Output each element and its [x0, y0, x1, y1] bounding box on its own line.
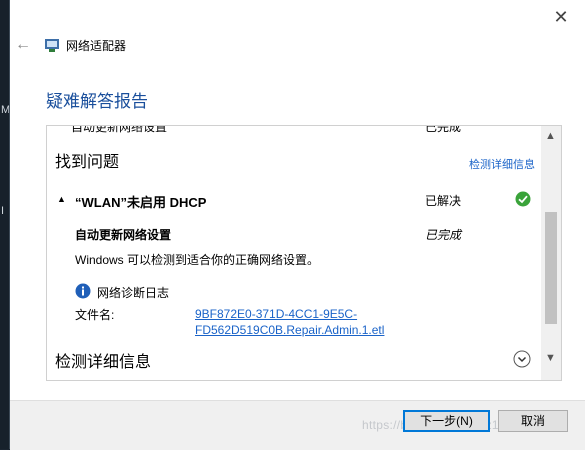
scroll-down-arrow-icon[interactable]: ▼ [545, 352, 556, 364]
cancel-button[interactable]: 取消 [498, 410, 568, 432]
desktop-glyph: I [1, 205, 5, 217]
fix-title: 自动更新网络设置 [75, 228, 172, 242]
fix-description: Windows 可以检测到适合你的正确网络设置。 [75, 253, 320, 267]
diagnostic-log-label: 网络诊断日志 [97, 286, 170, 300]
scrollbar-thumb[interactable] [545, 212, 557, 324]
dialog-footer: https://blog.csdn.net/xz1308579340 下一步(N… [10, 400, 585, 450]
close-button[interactable]: ✕ [550, 6, 572, 28]
report-panel: 自动更新网络设置 已完成 找到问题 检测详细信息 ▲ “WLAN”未启用 DHC… [46, 125, 562, 381]
fix-status: 已完成 [425, 228, 462, 242]
back-button[interactable]: ← [15, 36, 33, 54]
scroll-up-arrow-icon[interactable]: ▲ [545, 130, 556, 142]
troubleshooter-window: ✕ ← 网络适配器 疑难解答报告 自动更新网络设置 已完成 找到问题 检测详细信… [9, 0, 585, 450]
file-name-label: 文件名: [75, 308, 115, 322]
collapse-triangle-icon[interactable]: ▲ [57, 194, 66, 204]
network-adapter-icon [45, 39, 59, 52]
log-file-link-line1: 9BF872E0-371D-4CC1-9E5C- [195, 307, 358, 321]
close-icon: ✕ [553, 7, 569, 27]
info-icon [75, 283, 91, 299]
desktop-background-strip: M I [0, 0, 10, 449]
issue-status: 已解决 [425, 194, 462, 208]
back-arrow-icon: ← [15, 36, 31, 53]
check-circle-icon [515, 191, 531, 207]
previous-row-text: 自动更新网络设置 [71, 126, 168, 134]
chevron-down-circle-icon[interactable] [513, 350, 531, 368]
page-title: 疑难解答报告 [46, 92, 148, 111]
log-file-link[interactable]: 9BF872E0-371D-4CC1-9E5C- FD562D519C0B.Re… [195, 306, 384, 338]
next-button[interactable]: 下一步(N) [403, 410, 490, 432]
report-content: 自动更新网络设置 已完成 找到问题 检测详细信息 ▲ “WLAN”未启用 DHC… [47, 126, 541, 380]
log-file-link-line2: FD562D519C0B.Repair.Admin.1.etl [195, 323, 385, 337]
issue-title: “WLAN”未启用 DHCP [75, 195, 207, 210]
issue-row[interactable]: ▲ “WLAN”未启用 DHCP 已解决 [53, 191, 537, 211]
vertical-scrollbar[interactable]: ▲ ▼ [541, 126, 561, 380]
detection-details-heading: 检测详细信息 [55, 354, 152, 371]
detection-details-link[interactable]: 检测详细信息 [469, 156, 535, 172]
breadcrumb: 网络适配器 [66, 39, 127, 53]
found-problems-heading: 找到问题 [55, 154, 120, 171]
previous-row-status: 已完成 [425, 126, 462, 134]
